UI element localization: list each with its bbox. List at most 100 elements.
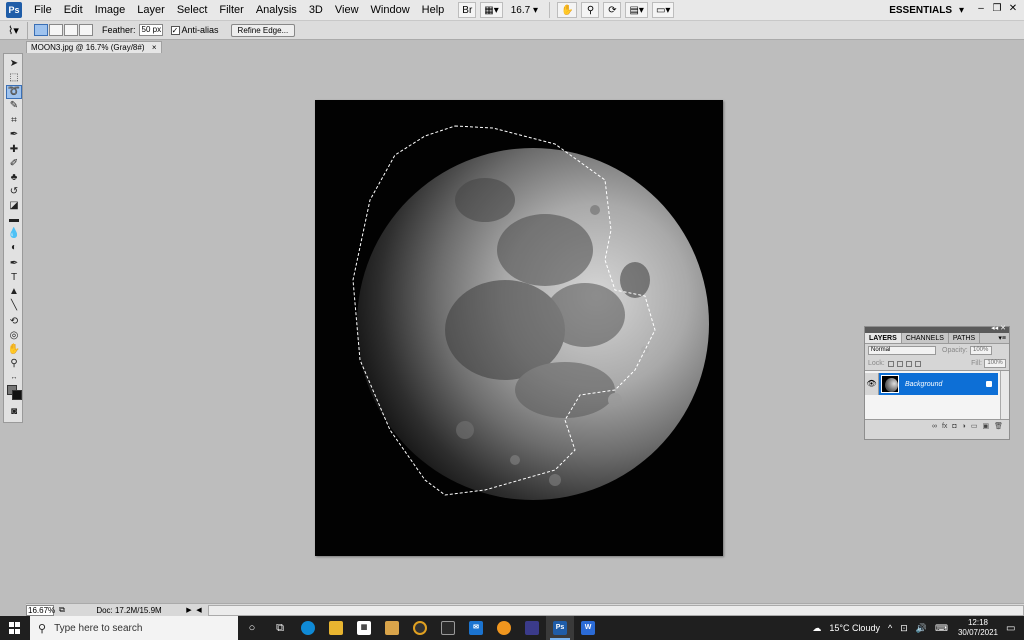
store-icon[interactable]: ▦: [350, 616, 378, 640]
lock-position-icon[interactable]: [905, 360, 912, 367]
bridge-icon[interactable]: Br: [458, 2, 477, 18]
tab-paths[interactable]: PATHS: [949, 333, 981, 343]
zoom-level-menu[interactable]: 16.7 ▾: [507, 5, 542, 16]
document-tab[interactable]: MOON3.jpg @ 16.7% (Gray/8#) ×: [26, 41, 162, 53]
menu-select[interactable]: Select: [171, 0, 214, 21]
delete-layer-icon[interactable]: 🗑: [994, 422, 1003, 430]
document-canvas[interactable]: [315, 100, 723, 556]
clock[interactable]: 12:18 30/07/2021: [958, 618, 998, 638]
close-icon[interactable]: ✕: [1006, 3, 1020, 14]
gradient-tool-icon[interactable]: ▬: [7, 214, 21, 226]
marquee-tool-icon[interactable]: ⬚: [7, 72, 21, 84]
quick-mask-icon[interactable]: ◙: [7, 406, 21, 418]
intersect-selection-icon[interactable]: [79, 24, 93, 36]
screen-mode-icon[interactable]: ▭▾: [651, 2, 675, 18]
tool-preset-picker-icon[interactable]: ⌇▾: [0, 21, 28, 39]
new-layer-icon[interactable]: ▣: [982, 422, 989, 430]
weather-icon[interactable]: ☁: [812, 623, 821, 634]
app-icon-2[interactable]: [406, 616, 434, 640]
blur-tool-icon[interactable]: 💧: [7, 228, 21, 240]
tab-channels[interactable]: CHANNELS: [902, 333, 949, 343]
lock-pixels-icon[interactable]: [896, 360, 903, 367]
close-icon[interactable]: ×: [152, 42, 157, 53]
history-brush-tool-icon[interactable]: ↺: [7, 186, 21, 198]
eyedropper-tool-icon[interactable]: ✒: [7, 129, 21, 141]
panel-menu-icon[interactable]: ▾≡: [998, 333, 1006, 344]
zoom-preview-icon[interactable]: ⧉: [56, 605, 68, 615]
app-icon-1[interactable]: [378, 616, 406, 640]
layer-list-scrollbar[interactable]: [1000, 371, 1009, 419]
menu-filter[interactable]: Filter: [213, 0, 249, 21]
scroll-left-icon[interactable]: ◀: [194, 606, 204, 614]
hand-tool-icon[interactable]: ✋: [7, 344, 21, 356]
add-to-selection-icon[interactable]: [49, 24, 63, 36]
type-tool-icon[interactable]: T: [7, 272, 21, 284]
menu-edit[interactable]: Edit: [58, 0, 89, 21]
keyboard-icon[interactable]: ⌨: [935, 623, 948, 634]
cortana-icon[interactable]: ○: [238, 616, 266, 640]
antialias-checkbox[interactable]: ✓: [170, 25, 180, 35]
zoom-field[interactable]: 16.67%: [26, 604, 55, 616]
menu-analysis[interactable]: Analysis: [250, 0, 303, 21]
crop-tool-icon[interactable]: ⌗: [7, 115, 21, 127]
minimize-icon[interactable]: –: [974, 3, 988, 14]
edge-browser-icon[interactable]: [294, 616, 322, 640]
feather-input[interactable]: 50 px: [138, 24, 163, 36]
menu-file[interactable]: File: [28, 0, 58, 21]
adjustment-layer-icon[interactable]: ◑: [962, 423, 966, 430]
pen-tool-icon[interactable]: ✒: [7, 258, 21, 270]
blend-mode-select[interactable]: Normal: [868, 346, 936, 355]
background-color-swatch[interactable]: [12, 390, 22, 400]
3d-orbit-tool-icon[interactable]: ◎: [7, 330, 21, 342]
clone-stamp-tool-icon[interactable]: ♣: [7, 172, 21, 184]
app-icon-5[interactable]: [518, 616, 546, 640]
task-view-icon[interactable]: ⧉: [266, 616, 294, 640]
eraser-tool-icon[interactable]: ◪: [7, 200, 21, 212]
quick-selection-tool-icon[interactable]: ✎: [7, 100, 21, 112]
rotate-view-icon[interactable]: ⟳: [603, 2, 622, 18]
notifications-icon[interactable]: ▭: [1006, 623, 1020, 634]
app-icon-4[interactable]: [490, 616, 518, 640]
menu-window[interactable]: Window: [365, 0, 416, 21]
link-layers-icon[interactable]: ∞: [932, 423, 937, 430]
layer-style-icon[interactable]: fx: [942, 423, 947, 430]
layer-row-background[interactable]: 👁 Background: [865, 373, 998, 395]
fill-input[interactable]: 100%: [984, 359, 1006, 368]
subtract-from-selection-icon[interactable]: [64, 24, 78, 36]
3d-rotate-tool-icon[interactable]: ⟲: [7, 316, 21, 328]
menu-3d[interactable]: 3D: [303, 0, 329, 21]
swap-colors-icon[interactable]: ↔: [7, 372, 21, 384]
app-icon-3[interactable]: [434, 616, 462, 640]
photoshop-taskbar-icon[interactable]: Ps: [546, 616, 574, 640]
healing-brush-tool-icon[interactable]: ✚: [7, 144, 21, 156]
menu-view[interactable]: View: [329, 0, 365, 21]
file-explorer-icon[interactable]: [322, 616, 350, 640]
menu-help[interactable]: Help: [416, 0, 451, 21]
workspace-switcher[interactable]: ESSENTIALS: [889, 0, 964, 21]
dodge-tool-icon[interactable]: ◐: [7, 242, 21, 254]
refine-edge-button[interactable]: Refine Edge...: [230, 23, 296, 37]
taskbar-search[interactable]: ⚲ Type here to search: [30, 616, 238, 640]
menu-image[interactable]: Image: [89, 0, 132, 21]
weather-text[interactable]: 15°C Cloudy: [829, 623, 880, 633]
line-tool-icon[interactable]: ╲: [7, 300, 21, 312]
volume-icon[interactable]: 🔊: [916, 623, 927, 634]
collapse-panel-icon[interactable]: ◂◂ ✕: [991, 324, 1006, 332]
new-selection-icon[interactable]: [34, 24, 48, 36]
horizontal-scrollbar[interactable]: [208, 604, 1024, 616]
hand-tool-icon[interactable]: ✋: [557, 2, 578, 18]
menu-layer[interactable]: Layer: [131, 0, 171, 21]
lasso-tool-icon[interactable]: ➰: [6, 85, 22, 99]
status-menu-icon[interactable]: ▶: [184, 606, 194, 614]
new-group-icon[interactable]: ▭: [971, 422, 978, 430]
move-tool-icon[interactable]: ➤: [7, 58, 21, 70]
arrange-documents-icon[interactable]: ▤▾: [625, 2, 648, 18]
lock-transparent-icon[interactable]: [887, 360, 894, 367]
start-button[interactable]: [0, 616, 30, 640]
app-icon-6[interactable]: W: [574, 616, 602, 640]
network-icon[interactable]: ⊡: [900, 623, 908, 634]
zoom-tool-icon[interactable]: ⚲: [581, 2, 600, 18]
visibility-eye-icon[interactable]: 👁: [865, 373, 879, 395]
show-hidden-icons-icon[interactable]: ^: [888, 623, 892, 633]
restore-icon[interactable]: ❐: [990, 3, 1004, 14]
